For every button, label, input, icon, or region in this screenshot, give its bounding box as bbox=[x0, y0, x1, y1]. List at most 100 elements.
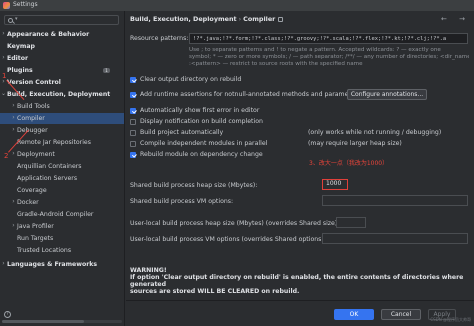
sidebar-item-deployment[interactable]: › Deployment bbox=[0, 149, 124, 160]
sidebar-horizontal-scrollbar[interactable] bbox=[2, 320, 122, 323]
sidebar-item-label: Run Targets bbox=[17, 234, 54, 242]
help-icon[interactable]: ? bbox=[4, 311, 11, 318]
footer-divider bbox=[126, 300, 474, 301]
breadcrumb-separator: › bbox=[238, 15, 242, 23]
checkbox-label: Compile independent modules in parallel bbox=[140, 139, 268, 147]
vm-options-input[interactable] bbox=[322, 195, 468, 206]
sidebar-item-label: Version Control bbox=[7, 78, 61, 86]
checkbox-label: Automatically show first error in editor bbox=[140, 106, 260, 114]
watermark: CSDN @程序员大帅哥 bbox=[430, 317, 471, 322]
configure-annotations-button[interactable]: Configure annotations... bbox=[347, 89, 427, 100]
resource-patterns-hint: :<pattern> — restrict to source roots wi… bbox=[189, 61, 363, 67]
title-bar: Settings bbox=[0, 0, 474, 11]
warning-text: sources are stored WILL BE CLEARED on re… bbox=[130, 288, 300, 296]
parallel-note: (may require larger heap size) bbox=[308, 140, 402, 147]
user-local-heap-input[interactable] bbox=[336, 217, 366, 228]
checkbox-checked-icon[interactable] bbox=[130, 107, 136, 114]
checkbox-label: Clear output directory on rebuild bbox=[140, 75, 242, 83]
sidebar-item-label: Debugger bbox=[17, 126, 48, 134]
warning-title: WARNING! bbox=[130, 267, 167, 274]
sidebar-item-version-control[interactable]: › Version Control bbox=[0, 77, 124, 88]
sidebar-item-label: Appearance & Behavior bbox=[7, 30, 90, 38]
sidebar-item-gradle-android-compiler[interactable]: Gradle-Android Compiler bbox=[0, 209, 124, 220]
cancel-button[interactable]: Cancel bbox=[381, 309, 421, 320]
ok-button[interactable]: OK bbox=[334, 309, 374, 320]
expand-arrow-icon[interactable]: › bbox=[10, 198, 17, 206]
sidebar-item-label: Deployment bbox=[17, 150, 55, 158]
heap-size-input[interactable]: 1000 bbox=[322, 179, 348, 190]
checkbox-unchecked-icon[interactable] bbox=[130, 140, 136, 147]
display-notification-checkbox[interactable]: Display notification on build completion bbox=[130, 117, 263, 126]
sidebar-item-build-tools[interactable]: › Build Tools bbox=[0, 101, 124, 112]
resource-patterns-input[interactable]: !?*.java;!?*.form;!?*.class;!?*.groovy;!… bbox=[189, 33, 468, 44]
checkbox-unchecked-icon[interactable] bbox=[130, 118, 136, 125]
show-first-error-checkbox[interactable]: Automatically show first error in editor bbox=[130, 106, 259, 115]
sidebar-item-run-targets[interactable]: Run Targets bbox=[0, 233, 124, 244]
checkbox-label: Display notification on build completion bbox=[140, 117, 263, 125]
checkbox-checked-icon[interactable] bbox=[130, 91, 136, 98]
sidebar-item-label: Docker bbox=[17, 198, 39, 206]
checkbox-label: Build project automatically bbox=[140, 128, 224, 136]
resource-patterns-hint: symbol; * — zero or more symbols; / — pa… bbox=[189, 54, 469, 60]
checkbox-checked-icon[interactable] bbox=[130, 151, 136, 158]
sidebar-item-appearance-behavior[interactable]: › Appearance & Behavior bbox=[0, 29, 124, 40]
heap-size-label: Shared build process heap size (Mbytes): bbox=[130, 182, 258, 189]
sidebar-item-java-profiler[interactable]: › Java Profiler bbox=[0, 221, 124, 232]
window-title: Settings bbox=[13, 1, 38, 9]
checkbox-checked-icon[interactable] bbox=[130, 76, 136, 83]
plugins-update-badge: 1 bbox=[103, 68, 110, 73]
rebuild-on-dependency-change-checkbox[interactable]: Rebuild module on dependency change bbox=[130, 150, 263, 159]
sidebar-item-label: Remote Jar Repositories bbox=[17, 138, 91, 146]
expand-arrow-icon[interactable]: › bbox=[10, 114, 17, 122]
user-local-vm-input[interactable] bbox=[322, 233, 468, 244]
checkbox-label: Add runtime assertions for notnull-annot… bbox=[140, 90, 361, 98]
sidebar-item-label: Java Profiler bbox=[17, 222, 54, 230]
breadcrumb-parent[interactable]: Build, Execution, Deployment bbox=[130, 15, 237, 23]
expand-arrow-icon[interactable]: › bbox=[0, 260, 7, 268]
sidebar-item-arquillian-containers[interactable]: Arquillian Containers bbox=[0, 161, 124, 172]
vm-options-label: Shared build process VM options: bbox=[130, 198, 234, 205]
sidebar-item-label: Build Tools bbox=[17, 102, 50, 110]
sidebar-item-label: Arquillian Containers bbox=[17, 162, 82, 170]
add-runtime-assertions-checkbox[interactable]: Add runtime assertions for notnull-annot… bbox=[130, 90, 360, 99]
project-scope-icon bbox=[278, 17, 284, 22]
settings-search-input[interactable]: ▾ bbox=[4, 15, 119, 25]
sidebar-item-keymap[interactable]: Keymap bbox=[0, 41, 124, 52]
expand-arrow-icon[interactable]: › bbox=[0, 30, 7, 38]
sidebar-item-compiler[interactable]: › Compiler bbox=[0, 113, 124, 124]
annotation-step-1: 1 bbox=[2, 72, 7, 80]
search-history-icon[interactable]: ▾ bbox=[15, 16, 18, 23]
warning-text: If option 'Clear output directory on reb… bbox=[130, 274, 464, 289]
sidebar-item-debugger[interactable]: › Debugger bbox=[0, 125, 124, 136]
sidebar-item-editor[interactable]: › Editor bbox=[0, 53, 124, 64]
sidebar-item-application-servers[interactable]: Application Servers bbox=[0, 173, 124, 184]
resource-patterns-label: Resource patterns: bbox=[130, 35, 189, 42]
expand-arrow-icon[interactable]: › bbox=[10, 222, 17, 230]
compile-parallel-checkbox[interactable]: Compile independent modules in parallel bbox=[130, 139, 267, 148]
compiler-settings-panel: Build, Execution, Deployment › Compiler ← … bbox=[126, 11, 474, 326]
rebuild-warning: WARNING! If option 'Clear output directo… bbox=[130, 267, 470, 296]
settings-sidebar: ▾ › Appearance & Behavior Keymap › Edito… bbox=[0, 11, 125, 326]
sidebar-item-label: Plugins bbox=[7, 66, 33, 74]
sidebar-item-languages-frameworks[interactable]: › Languages & Frameworks bbox=[0, 259, 124, 270]
sidebar-item-label: Trusted Locations bbox=[17, 246, 72, 254]
search-icon bbox=[8, 17, 13, 23]
clear-output-directory-checkbox[interactable]: Clear output directory on rebuild bbox=[130, 75, 241, 84]
back-forward-navigation[interactable]: ← → bbox=[441, 15, 470, 23]
sidebar-item-label: Coverage bbox=[17, 186, 47, 194]
checkbox-unchecked-icon[interactable] bbox=[130, 129, 136, 136]
sidebar-item-label: Keymap bbox=[7, 42, 35, 50]
sidebar-item-coverage[interactable]: Coverage bbox=[0, 185, 124, 196]
expand-arrow-icon[interactable]: › bbox=[10, 102, 17, 110]
expand-arrow-icon[interactable]: › bbox=[0, 54, 7, 62]
expand-arrow-icon[interactable]: › bbox=[10, 150, 17, 158]
sidebar-item-plugins[interactable]: Plugins 1 bbox=[0, 65, 124, 76]
collapse-arrow-icon[interactable]: ⌄ bbox=[0, 90, 7, 98]
build-project-automatically-checkbox[interactable]: Build project automatically bbox=[130, 128, 223, 137]
breadcrumb-current: Compiler bbox=[243, 15, 276, 23]
user-local-vm-label: User-local build process VM options (ove… bbox=[130, 236, 326, 243]
sidebar-item-trusted-locations[interactable]: Trusted Locations bbox=[0, 245, 124, 256]
expand-arrow-icon[interactable]: › bbox=[10, 126, 17, 134]
sidebar-item-label: Editor bbox=[7, 54, 29, 62]
sidebar-item-docker[interactable]: › Docker bbox=[0, 197, 124, 208]
